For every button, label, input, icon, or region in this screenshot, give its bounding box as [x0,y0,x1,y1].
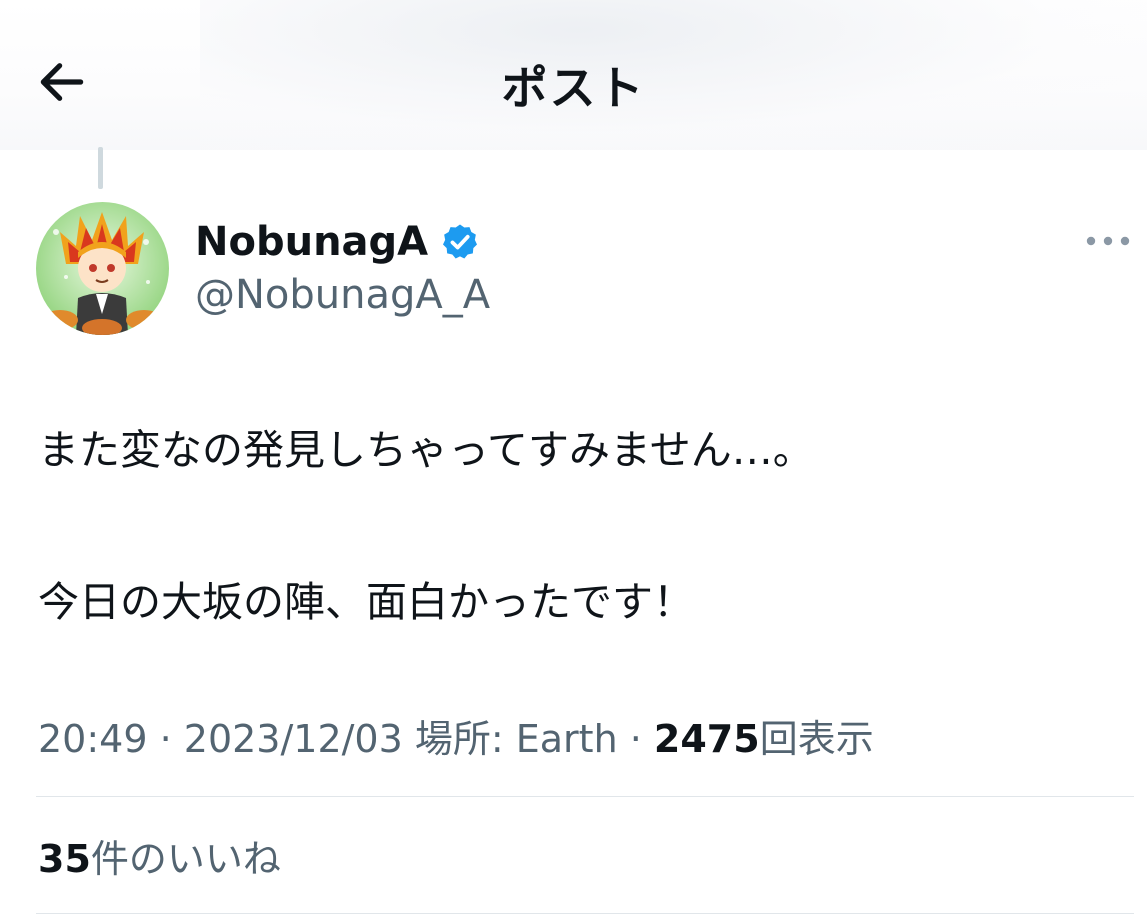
post-meta: 20:49 · 2023/12/03 場所: Earth · 2475回表示 [38,708,874,763]
divider [36,796,1134,797]
post-text-line: 今日の大坂の陣、面白かったです！ [38,578,694,626]
avatar[interactable] [36,202,169,335]
post-time[interactable]: 20:49 [38,717,148,761]
likes-label: 件のいいね [90,837,281,881]
likes-count: 35 [38,837,91,881]
location-label: 場所: [402,717,516,761]
author-name-row: NobunagA [195,214,480,270]
divider [36,913,1134,914]
views-label: 回表示 [759,717,874,761]
author-display-name[interactable]: NobunagA [195,219,428,265]
author-handle[interactable]: @NobunagA_A [195,272,490,318]
page-title: ポスト [501,61,646,115]
meta-separator: · [147,717,184,761]
anime-character-avatar [36,202,169,335]
more-options-button[interactable] [1080,226,1136,256]
meta-separator: · [617,717,654,761]
post-date[interactable]: 2023/12/03 [184,717,403,761]
more-horizontal-icon [1086,236,1130,246]
views-count: 2475 [653,717,760,761]
thread-line [98,147,103,189]
verified-badge-icon[interactable] [440,222,480,262]
likes-link[interactable]: 35件のいいね [38,828,281,883]
location-value: Earth [515,717,618,761]
post-text-line: また変なの発見しちゃってすみません…。 [38,426,814,474]
